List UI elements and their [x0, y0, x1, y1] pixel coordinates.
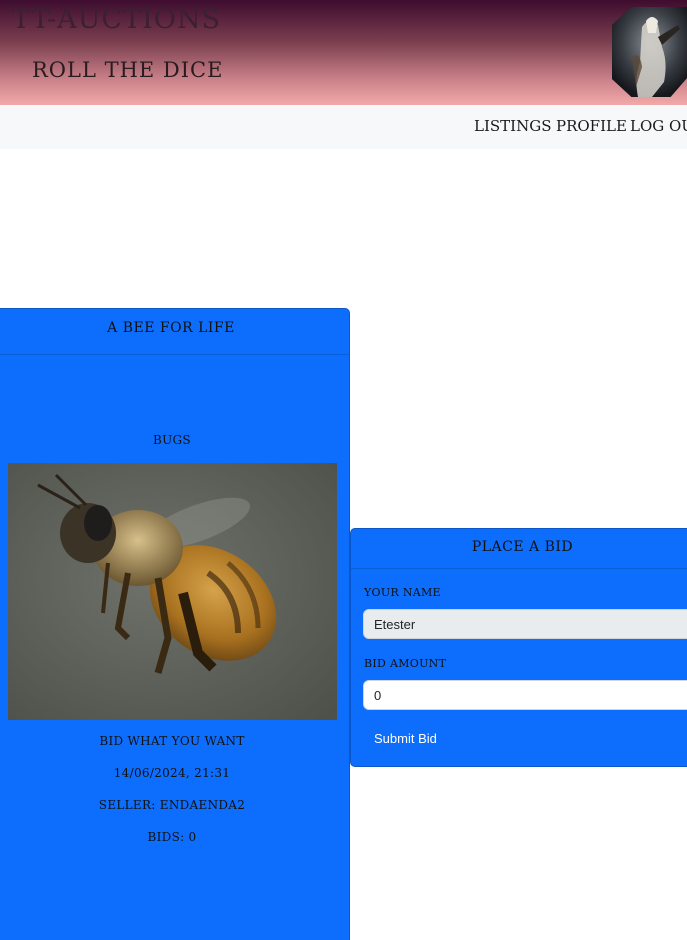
listing-seller: Seller: EndaEnda2	[98, 798, 246, 812]
listing-date: 14/06/2024, 21:31	[113, 766, 231, 780]
name-field[interactable]	[363, 609, 687, 639]
listing-description: Bid what you want	[99, 734, 245, 748]
site-header: TT-Auctions Roll the Dice	[0, 0, 687, 105]
name-label: Your Name	[364, 586, 441, 599]
bid-form-header: Place a Bid	[351, 529, 687, 569]
listing-card: A Bee For Life Bugs	[0, 308, 350, 940]
nav-profile-link[interactable]: Profile	[556, 117, 627, 135]
bid-amount-label: Bid Amount	[364, 657, 447, 670]
listing-card-header: A Bee For Life	[0, 309, 349, 355]
listing-bid-count: Bids: 0	[147, 830, 197, 844]
avatar[interactable]	[612, 7, 687, 97]
avatar-art-icon	[612, 7, 687, 97]
site-tagline: Roll the Dice	[32, 58, 224, 82]
bid-amount-field[interactable]	[363, 680, 687, 710]
site-title[interactable]: TT-Auctions	[12, 4, 221, 35]
listing-title: A Bee For Life	[107, 320, 235, 336]
listing-category: Bugs	[153, 433, 191, 447]
nav-listings-link[interactable]: Listings	[474, 117, 551, 135]
nav-logout-link[interactable]: Log Out	[630, 117, 687, 135]
listing-image	[8, 463, 337, 720]
navbar: Listings Profile Log Out	[0, 105, 687, 149]
submit-bid-button[interactable]: Submit Bid	[363, 723, 443, 753]
bee-image-icon	[8, 463, 337, 720]
bid-form-card: Place a Bid Your Name Bid Amount Submit …	[350, 528, 687, 767]
bid-form-title: Place a Bid	[471, 539, 574, 555]
